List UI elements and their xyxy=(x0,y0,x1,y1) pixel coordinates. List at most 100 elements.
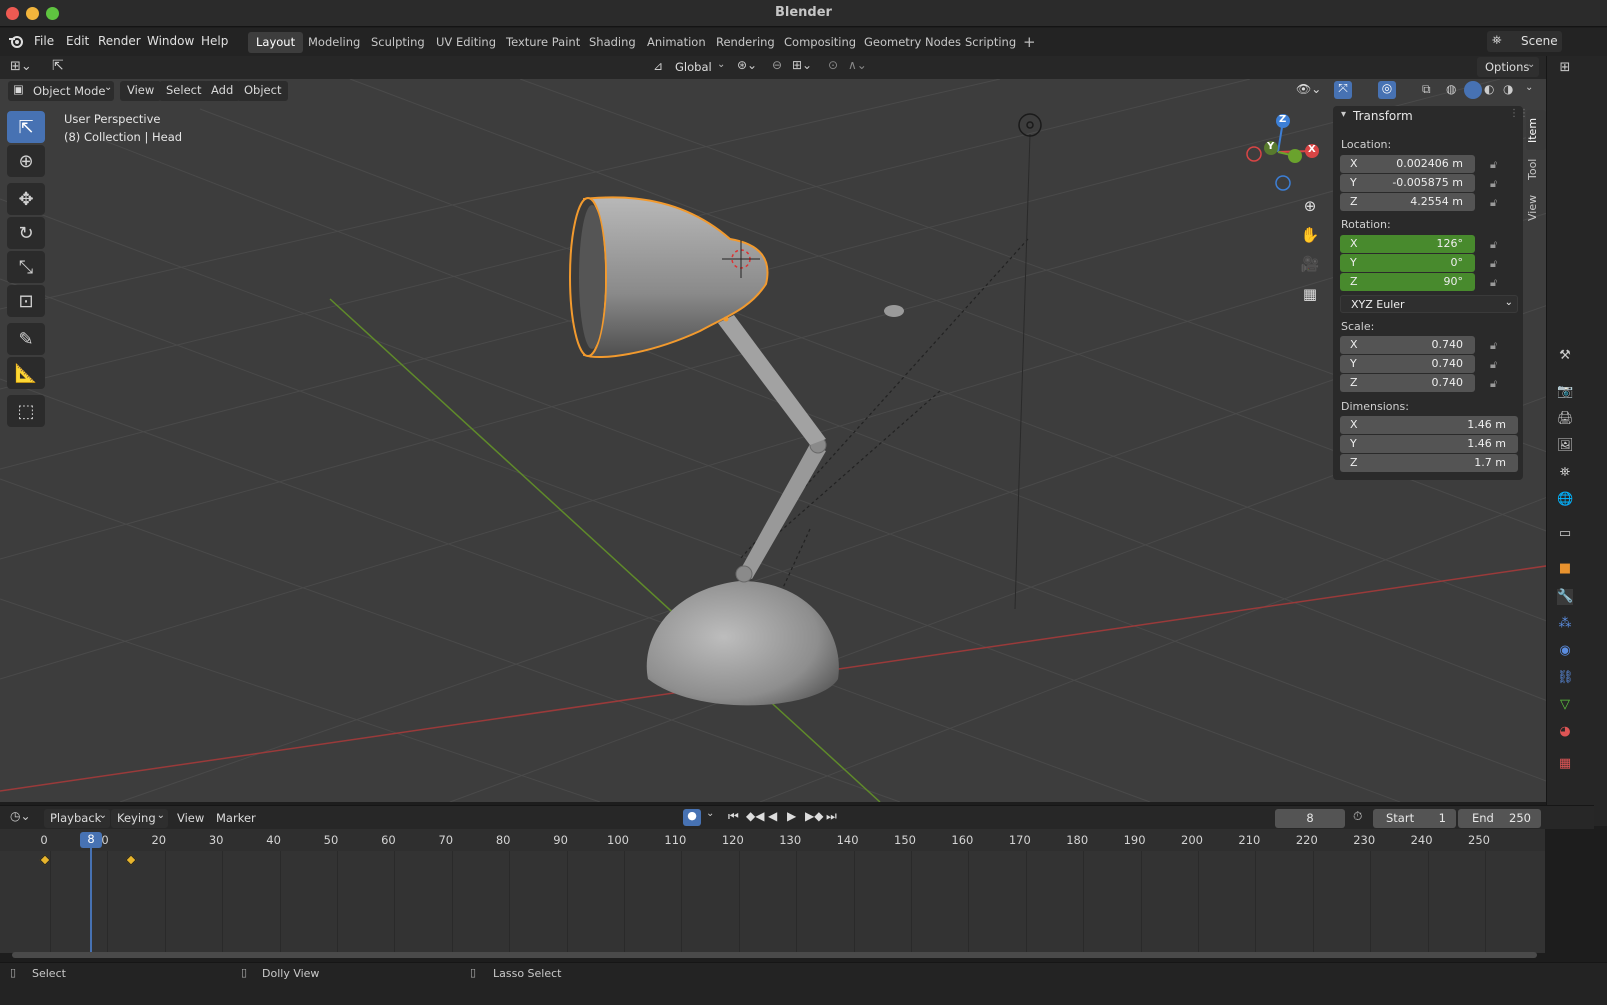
current-frame-field[interactable]: 8 xyxy=(1275,809,1345,828)
location-y-field[interactable]: Y -0.005875 m xyxy=(1340,174,1475,192)
xray-icon[interactable]: ⧉ xyxy=(1422,82,1431,97)
stopwatch-icon[interactable]: ⏱ xyxy=(1353,809,1362,824)
snap-target-icon[interactable]: ⊞⌄ xyxy=(792,58,812,72)
blender-logo-icon[interactable] xyxy=(8,33,24,49)
start-frame-field[interactable]: Start 1 xyxy=(1373,809,1456,828)
lock-icon[interactable]: 🔓︎ xyxy=(1490,158,1502,171)
proportional-edit-icon[interactable]: ⊙ xyxy=(828,58,838,72)
tab-layout[interactable]: Layout xyxy=(248,32,304,53)
end-frame-field[interactable]: End 250 xyxy=(1458,809,1541,828)
playback-dropdown[interactable]: Playback ⌄ xyxy=(44,809,110,828)
scale-y-field[interactable]: Y 0.740 xyxy=(1340,355,1475,373)
rotate-icon[interactable]: ↻ xyxy=(7,217,45,249)
output-properties-icon[interactable]: 🖨 xyxy=(1557,411,1574,427)
properties-editor-type-icon[interactable]: ⊞ xyxy=(1557,60,1573,76)
menu-window[interactable]: Window xyxy=(147,34,194,48)
modifier-properties-icon[interactable]: 🔧 xyxy=(1557,589,1573,605)
object-mode-dropdown[interactable]: ▣ Object Mode ⌄ xyxy=(8,81,114,101)
menu-help[interactable]: Help xyxy=(201,34,228,48)
sidebar-tab-item[interactable]: Item xyxy=(1526,110,1546,150)
tab-rendering[interactable]: Rendering xyxy=(708,32,783,53)
rotation-x-field[interactable]: X 126° xyxy=(1340,235,1475,253)
navigation-gizmo[interactable]: Z X Y xyxy=(1240,110,1320,194)
play-reverse-icon[interactable]: ◀ xyxy=(768,809,777,823)
cursor-icon[interactable]: ⊕ xyxy=(7,145,45,177)
scale-x-field[interactable]: X 0.740 xyxy=(1340,336,1475,354)
tool-properties-icon[interactable]: ⚒ xyxy=(1557,348,1573,364)
add-workspace-icon[interactable]: + xyxy=(1023,33,1036,51)
measure-icon[interactable]: 📐 xyxy=(7,357,45,389)
texture-properties-icon[interactable]: ▦ xyxy=(1557,756,1573,772)
tab-scripting[interactable]: Scripting xyxy=(957,32,1024,53)
transform-orientation-dropdown[interactable]: ⊿ Global ⌄ xyxy=(651,57,727,77)
jump-start-icon[interactable]: ⏮ xyxy=(728,809,739,824)
keying-dropdown[interactable]: Keying ⌄ xyxy=(111,809,168,828)
scale-z-field[interactable]: Z 0.740 xyxy=(1340,374,1475,392)
annotate-icon[interactable]: ✎ xyxy=(7,323,45,355)
scale-icon[interactable]: ⤡ xyxy=(7,251,45,283)
prev-keyframe-icon[interactable]: ◆◀ xyxy=(746,809,764,823)
scene-properties-icon[interactable]: ⛯ xyxy=(1557,465,1573,481)
keyframe-diamond[interactable] xyxy=(39,854,51,866)
location-x-field[interactable]: X 0.002406 m xyxy=(1340,155,1475,173)
wireframe-shading-icon[interactable]: ◍ xyxy=(1446,82,1456,96)
orthographic-grid-icon[interactable]: ▦ xyxy=(1297,281,1323,307)
keyframe-diamond[interactable] xyxy=(125,854,137,866)
lock-icon[interactable]: 🔓︎ xyxy=(1490,177,1502,190)
gizmo-toggle-icon[interactable]: ⤧ xyxy=(1334,81,1352,99)
tab-animation[interactable]: Animation xyxy=(639,32,714,53)
lock-icon[interactable]: 🔓︎ xyxy=(1490,257,1502,270)
material-shading-icon[interactable]: ◐ xyxy=(1484,82,1494,96)
render-properties-icon[interactable]: 📷 xyxy=(1557,384,1573,400)
lock-icon[interactable]: 🔓︎ xyxy=(1490,276,1502,289)
move-icon[interactable]: ✥ xyxy=(7,183,45,215)
timeline-view-menu[interactable]: View xyxy=(171,809,210,828)
camera-view-icon[interactable]: 🎥 xyxy=(1297,251,1323,277)
menu-object[interactable]: Object xyxy=(237,81,289,101)
rendered-shading-icon[interactable]: ◑ xyxy=(1503,82,1513,96)
rotation-mode-dropdown[interactable]: XYZ Euler ⌄ xyxy=(1340,295,1518,313)
menu-file[interactable]: File xyxy=(34,34,54,48)
tab-sculpting[interactable]: Sculpting xyxy=(363,32,433,53)
zoom-icon[interactable]: ⊕ xyxy=(1297,193,1323,219)
frame-ruler[interactable]: 0102030405060708090100110120130140150160… xyxy=(0,829,1545,851)
scene-selector[interactable]: ⛯ Scene xyxy=(1487,31,1562,52)
chevron-down-icon[interactable]: ⌄ xyxy=(1525,82,1533,93)
timeline-marker-menu[interactable]: Marker xyxy=(210,809,262,828)
editor-type-icon[interactable]: ◷⌄ xyxy=(10,809,31,823)
sidebar-tab-view[interactable]: View xyxy=(1526,192,1546,224)
collapse-arrow-icon[interactable]: ▾ xyxy=(1341,109,1346,120)
world-properties-icon[interactable]: 🌐 xyxy=(1557,492,1573,508)
collection-properties-icon[interactable]: ▭ xyxy=(1557,526,1573,542)
lock-icon[interactable]: 🔓︎ xyxy=(1490,196,1502,209)
tab-modeling[interactable]: Modeling xyxy=(300,32,368,53)
lock-icon[interactable]: 🔓︎ xyxy=(1490,358,1502,371)
jump-end-icon[interactable]: ⏭ xyxy=(826,809,837,824)
timeline-scrollbar[interactable] xyxy=(12,952,1537,958)
tab-compositing[interactable]: Compositing xyxy=(776,32,864,53)
menu-view[interactable]: View xyxy=(120,81,162,101)
pivot-point-icon[interactable]: ⊛⌄ xyxy=(737,58,757,72)
material-properties-icon[interactable]: ◕ xyxy=(1557,724,1573,740)
editor-type-icon[interactable]: ⊞⌄ xyxy=(10,59,32,74)
chevron-down-icon[interactable]: ⌄ xyxy=(706,808,714,819)
location-z-field[interactable]: Z 4.2554 m xyxy=(1340,193,1475,211)
particles-properties-icon[interactable]: ⁂ xyxy=(1557,616,1573,632)
object-properties-icon[interactable]: ■ xyxy=(1557,561,1573,577)
tab-uv-editing[interactable]: UV Editing xyxy=(428,32,504,53)
rotation-y-field[interactable]: Y 0° xyxy=(1340,254,1475,272)
menu-select[interactable]: Select xyxy=(159,81,209,101)
timeline-tracks[interactable] xyxy=(0,851,1545,953)
pan-hand-icon[interactable]: ✋ xyxy=(1297,222,1323,248)
select-tool-icon[interactable]: ⇱ xyxy=(52,58,64,74)
options-dropdown[interactable]: Options ⌄ xyxy=(1477,57,1539,77)
menu-edit[interactable]: Edit xyxy=(66,34,89,48)
tab-shading[interactable]: Shading xyxy=(581,32,644,53)
menu-add[interactable]: Add xyxy=(204,81,241,101)
play-icon[interactable]: ▶ xyxy=(787,809,796,823)
tab-texture-paint[interactable]: Texture Paint xyxy=(498,32,588,53)
snap-icon[interactable]: ⊖ xyxy=(772,58,782,72)
lock-icon[interactable]: 🔓︎ xyxy=(1490,377,1502,390)
auto-keying-record-icon[interactable]: ● xyxy=(683,809,701,826)
rotation-z-field[interactable]: Z 90° xyxy=(1340,273,1475,291)
